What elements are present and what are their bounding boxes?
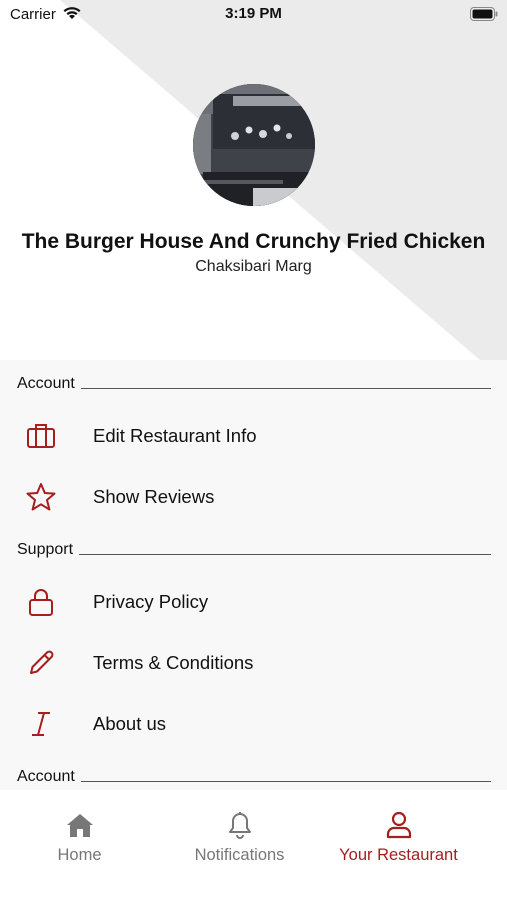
settings-list[interactable]: Account Edit Restaurant Info Show Review… bbox=[0, 360, 507, 790]
tab-label: Your Restaurant bbox=[339, 846, 458, 864]
menu-item-label: Privacy Policy bbox=[93, 591, 209, 612]
italic-icon bbox=[24, 707, 58, 741]
bell-icon bbox=[227, 810, 253, 840]
section-title: Account bbox=[17, 768, 75, 785]
restaurant-avatar[interactable] bbox=[193, 84, 315, 206]
section-title: Support bbox=[17, 541, 74, 558]
restaurant-name: The Burger House And Crunchy Fried Chick… bbox=[21, 230, 486, 253]
section-header-account: Account bbox=[17, 374, 491, 394]
section-divider bbox=[80, 780, 491, 782]
pencil-icon bbox=[24, 646, 58, 680]
edit-restaurant-info-item[interactable]: Edit Restaurant Info bbox=[0, 408, 507, 464]
menu-item-label: Edit Restaurant Info bbox=[93, 425, 257, 446]
tab-bar: Home Notifications Your Restaurant bbox=[0, 790, 507, 900]
show-reviews-item[interactable]: Show Reviews bbox=[0, 469, 507, 525]
battery-icon bbox=[470, 7, 498, 26]
tab-notifications[interactable]: Notifications bbox=[155, 810, 324, 870]
section-divider bbox=[80, 387, 491, 389]
section-divider bbox=[79, 553, 491, 555]
home-icon bbox=[65, 810, 95, 840]
tab-home[interactable]: Home bbox=[0, 810, 164, 870]
menu-item-label: Show Reviews bbox=[93, 486, 215, 507]
tab-your-restaurant[interactable]: Your Restaurant bbox=[314, 810, 483, 870]
user-icon bbox=[386, 810, 412, 840]
restaurant-header: The Burger House And Crunchy Fried Chick… bbox=[0, 0, 507, 360]
menu-item-label: Terms & Conditions bbox=[93, 652, 254, 673]
terms-conditions-item[interactable]: Terms & Conditions bbox=[0, 635, 507, 691]
menu-item-label: About us bbox=[93, 713, 167, 734]
status-bar: Carrier 3:19 PM bbox=[0, 0, 507, 30]
briefcase-icon bbox=[24, 419, 58, 453]
section-header-account-2: Account bbox=[17, 767, 491, 787]
clock: 3:19 PM bbox=[225, 5, 282, 22]
star-icon bbox=[24, 480, 58, 514]
about-us-item[interactable]: About us bbox=[0, 696, 507, 752]
lock-icon bbox=[24, 585, 58, 619]
tab-label: Home bbox=[57, 846, 102, 864]
privacy-policy-item[interactable]: Privacy Policy bbox=[0, 574, 507, 630]
restaurant-photo bbox=[193, 84, 315, 206]
restaurant-address: Chaksibari Marg bbox=[195, 258, 312, 275]
section-title: Account bbox=[17, 375, 75, 392]
tab-label: Notifications bbox=[194, 846, 285, 864]
section-header-support: Support bbox=[17, 540, 491, 560]
